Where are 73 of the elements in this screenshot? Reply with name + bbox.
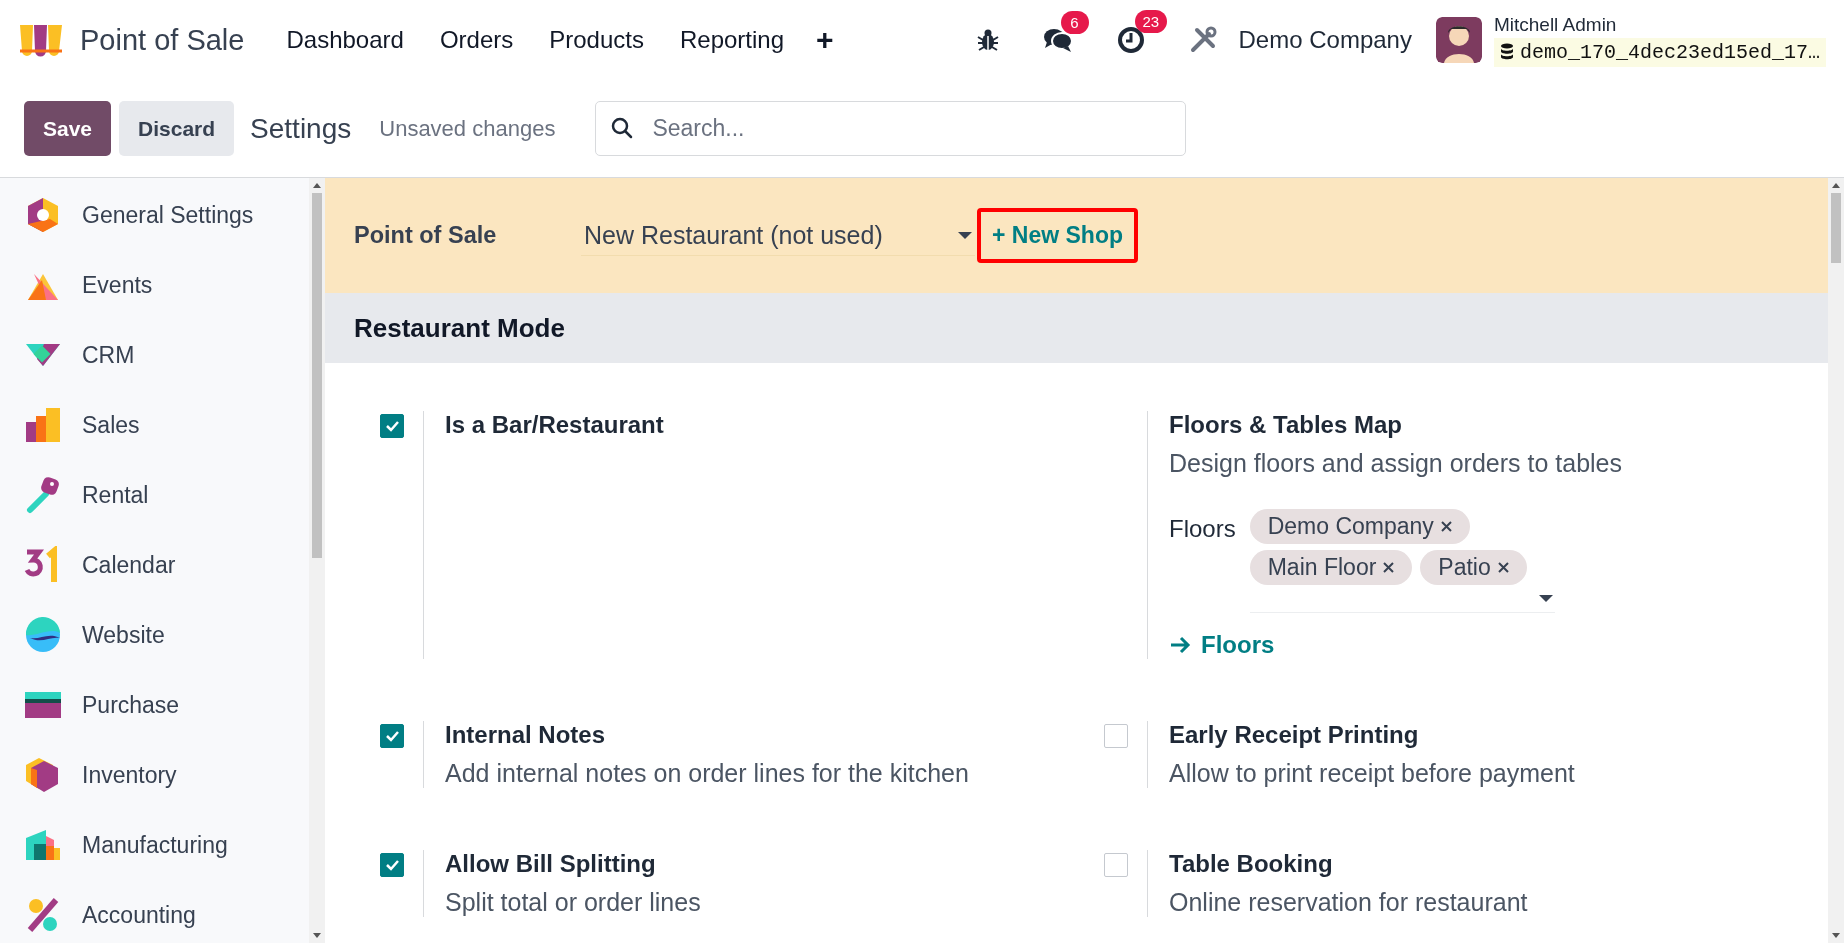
sidebar-item[interactable]: Accounting xyxy=(0,880,309,943)
sidebar-item[interactable]: Website xyxy=(0,600,309,670)
scrollbar[interactable] xyxy=(1828,178,1844,943)
close-icon[interactable] xyxy=(1497,562,1509,573)
setting-title: Is a Bar/Restaurant xyxy=(445,411,664,439)
setting-title: Allow Bill Splitting xyxy=(445,850,657,878)
menu-item[interactable]: + xyxy=(802,23,848,57)
notification-badge: 6 xyxy=(1060,11,1089,34)
globe-icon xyxy=(24,616,62,654)
search-field[interactable]: Search... xyxy=(595,101,1187,156)
app-logo-icon[interactable] xyxy=(18,23,64,57)
tag: Main Floor xyxy=(1249,550,1413,585)
sidebar-item[interactable]: Manufacturing xyxy=(0,810,309,880)
company-name[interactable]: Demo Company xyxy=(1238,26,1412,54)
setting-description: Design floors and assign orders to tables xyxy=(1169,449,1623,478)
discard-button[interactable]: Discard xyxy=(119,101,235,156)
sidebar-item[interactable]: CRM xyxy=(0,320,309,390)
setting-title: Early Receipt Printing xyxy=(1169,721,1420,749)
setting-description: Add internal notes on order lines for the kitchen xyxy=(445,759,969,788)
setting-title: Internal Notes xyxy=(445,721,607,749)
shop-dropdown[interactable]: New Restaurant (not used) xyxy=(581,215,975,256)
key-icon xyxy=(24,476,62,514)
close-icon[interactable] xyxy=(1440,521,1452,532)
avatar[interactable] xyxy=(1435,17,1482,63)
sidebar-item[interactable]: Calendar xyxy=(0,530,309,600)
check-icon xyxy=(385,859,399,871)
sidebar-item[interactable]: Sales xyxy=(0,390,309,460)
checkbox[interactable] xyxy=(380,414,404,438)
setting-description: Online reservation for restaurant xyxy=(1169,888,1528,917)
setting-description: Split total or order lines xyxy=(445,888,701,917)
chat-icon[interactable] xyxy=(1042,27,1073,53)
check-icon xyxy=(385,420,399,432)
notification-badge: 23 xyxy=(1134,10,1168,33)
new-shop-button[interactable]: + New Shop xyxy=(977,208,1138,263)
menu-item[interactable]: Reporting xyxy=(661,26,802,54)
clock-icon[interactable] xyxy=(1116,26,1145,54)
sidebar-item[interactable]: General Settings xyxy=(0,180,309,250)
tag: Patio xyxy=(1420,550,1527,585)
sidebar-item[interactable]: Events xyxy=(0,250,309,320)
bug-icon[interactable] xyxy=(976,28,999,52)
field-label: Floors xyxy=(1169,514,1236,544)
checkbox[interactable] xyxy=(1104,853,1128,877)
save-button[interactable]: Save xyxy=(24,101,112,156)
tools-icon[interactable] xyxy=(1188,26,1217,54)
checkbox[interactable] xyxy=(380,853,404,877)
sidebar-item[interactable]: Rental xyxy=(0,460,309,530)
bar-chart-icon xyxy=(24,406,62,444)
setting-title: Floors & Tables Map xyxy=(1169,411,1403,439)
field-label: Point of Sale xyxy=(354,222,498,249)
setting-description: Allow to print receipt before payment xyxy=(1169,759,1575,788)
caret-icon xyxy=(958,231,972,239)
user-name[interactable]: Mitchell Admin xyxy=(1493,13,1826,36)
setting-title: Table Booking xyxy=(1169,850,1334,878)
caret-icon xyxy=(1538,595,1553,602)
scrollbar[interactable] xyxy=(309,178,325,943)
checkbox[interactable] xyxy=(1104,724,1128,748)
menu-item[interactable]: Dashboard xyxy=(268,26,422,54)
close-icon[interactable] xyxy=(1383,562,1395,573)
sidebar-item[interactable]: Purchase xyxy=(0,670,309,740)
sidebar-item[interactable]: Inventory xyxy=(0,740,309,810)
page-title: Settings xyxy=(250,112,352,145)
arrow-right-icon xyxy=(1169,636,1191,654)
menu-item[interactable]: Orders xyxy=(421,26,532,54)
floors-link[interactable]: Floors xyxy=(1169,631,1623,659)
checkbox[interactable] xyxy=(380,724,404,748)
status-text: Unsaved changes xyxy=(379,115,556,142)
app-name[interactable]: Point of Sale xyxy=(80,23,245,57)
check-icon xyxy=(385,730,399,742)
database-icon xyxy=(1499,43,1514,61)
section-title: Restaurant Mode xyxy=(325,293,1828,363)
database-name: demo_170_4dec23ed15ed_17… xyxy=(1493,37,1826,67)
tag: Demo Company xyxy=(1249,509,1470,544)
menu-item[interactable]: Products xyxy=(531,26,662,54)
